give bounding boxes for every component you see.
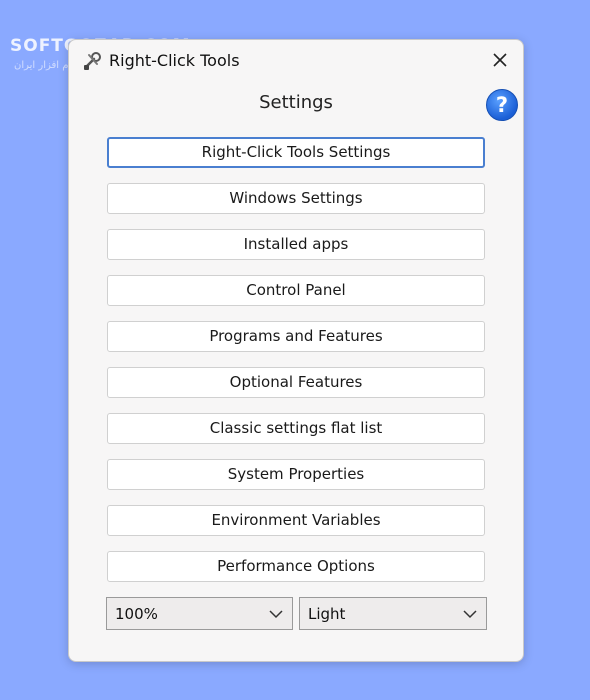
close-icon — [493, 53, 507, 67]
system-properties-button[interactable]: System Properties — [107, 459, 485, 490]
page-title: Settings — [259, 92, 333, 113]
zoom-select-value: 100% — [115, 605, 158, 623]
tools-icon — [81, 50, 103, 72]
installed-apps-button[interactable]: Installed apps — [107, 229, 485, 260]
window-title: Right-Click Tools — [109, 51, 240, 70]
windows-settings-button[interactable]: Windows Settings — [107, 183, 485, 214]
performance-options-button[interactable]: Performance Options — [107, 551, 485, 582]
help-icon: ? — [495, 93, 509, 117]
optional-features-button[interactable]: Optional Features — [107, 367, 485, 398]
settings-window: Right-Click Tools Settings ? Right-Click… — [68, 39, 524, 662]
right-click-tools-settings-button[interactable]: Right-Click Tools Settings — [107, 137, 485, 168]
control-panel-button[interactable]: Control Panel — [107, 275, 485, 306]
title-bar: Right-Click Tools — [69, 40, 523, 80]
zoom-select[interactable]: 100% — [106, 597, 293, 630]
close-button[interactable] — [485, 46, 515, 74]
help-button[interactable]: ? — [486, 89, 518, 121]
footer-selects: 100% Light — [106, 597, 487, 630]
theme-select[interactable]: Light — [299, 597, 487, 630]
settings-button-list: Right-Click Tools Settings Windows Setti… — [107, 137, 485, 597]
chevron-down-icon — [463, 610, 477, 619]
environment-variables-button[interactable]: Environment Variables — [107, 505, 485, 536]
classic-settings-flat-list-button[interactable]: Classic settings flat list — [107, 413, 485, 444]
programs-and-features-button[interactable]: Programs and Features — [107, 321, 485, 352]
chevron-down-icon — [269, 610, 283, 619]
theme-select-value: Light — [308, 605, 346, 623]
